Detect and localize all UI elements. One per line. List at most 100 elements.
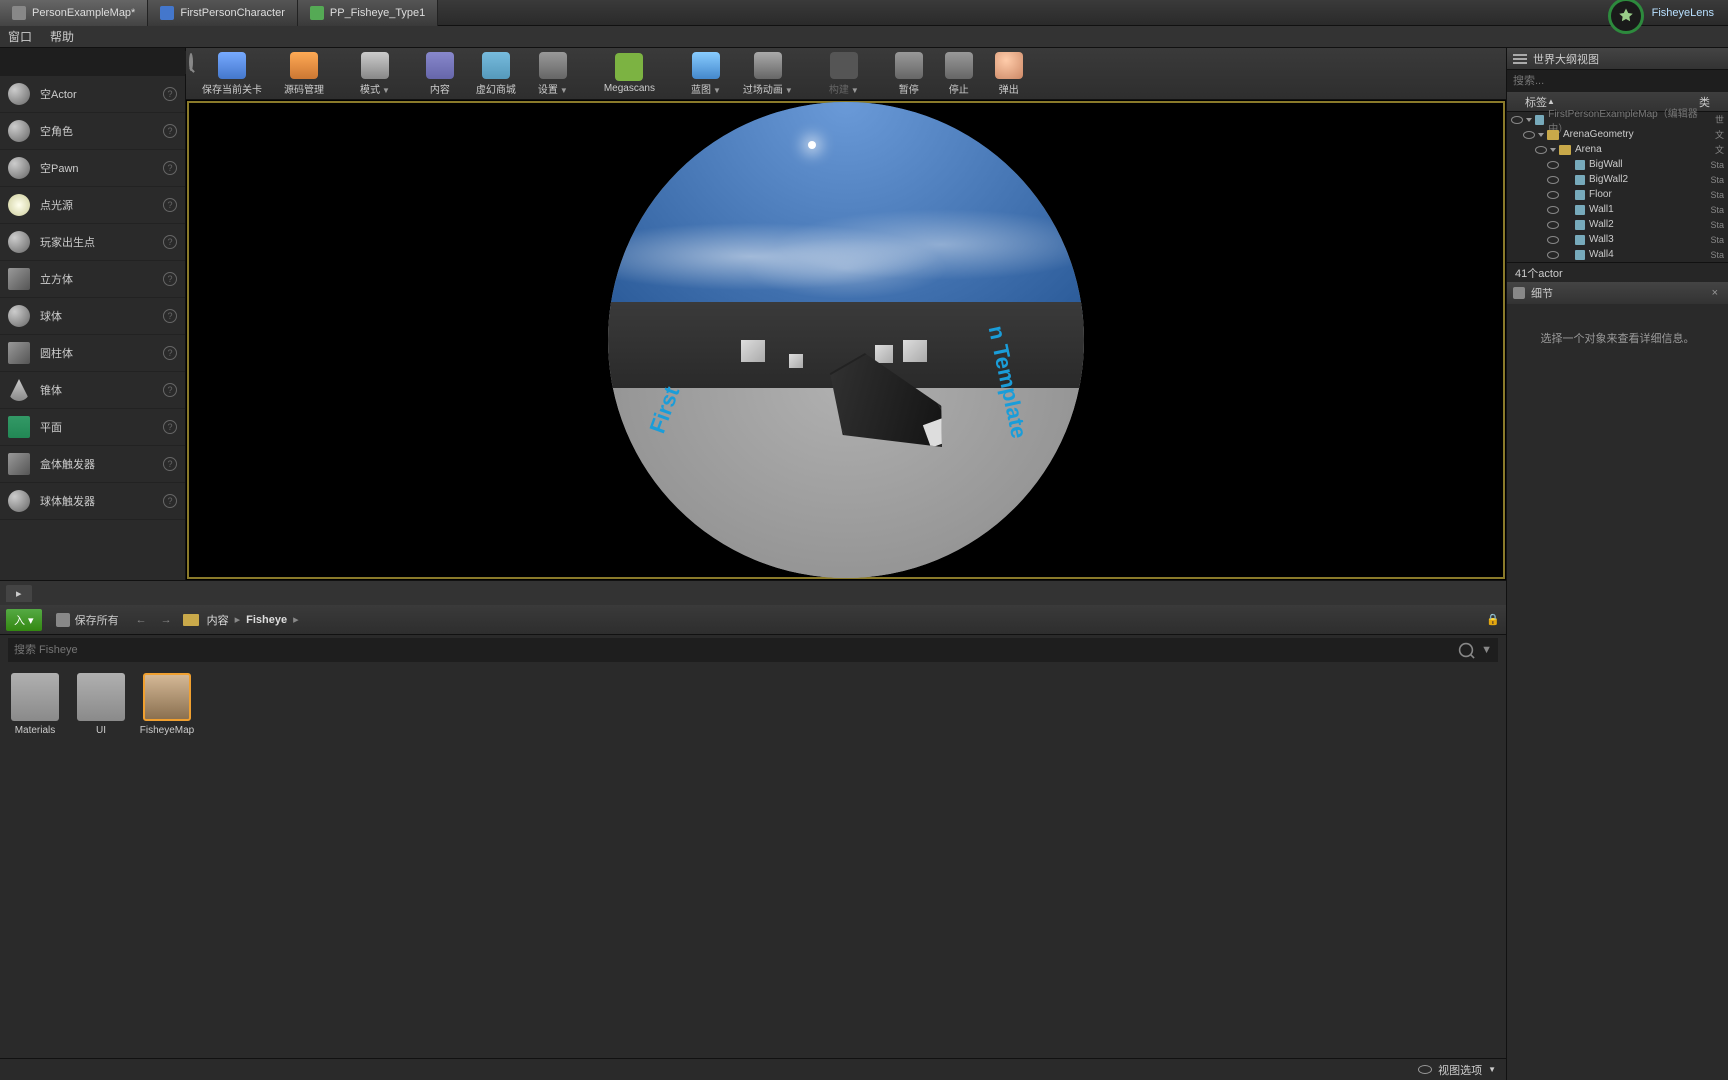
content-button[interactable]: 内容 [416, 50, 464, 98]
menu-window[interactable]: 窗口 [8, 28, 32, 45]
place-actor-item[interactable]: 空角色? [0, 113, 185, 150]
tree-type: Sta [1710, 220, 1724, 230]
build-button[interactable]: 构建▼ [819, 50, 869, 98]
outliner-header[interactable]: 世界大纲视图 [1507, 48, 1728, 70]
details-header[interactable]: 细节 × [1507, 282, 1728, 304]
outliner-search [1507, 70, 1728, 92]
place-actor-item[interactable]: 空Actor? [0, 76, 185, 113]
info-icon[interactable]: ? [163, 309, 177, 323]
tree-row[interactable]: Wall4Sta [1507, 247, 1728, 262]
visibility-icon[interactable] [1523, 131, 1535, 139]
info-icon[interactable]: ? [163, 198, 177, 212]
place-actor-item[interactable]: 球体触发器? [0, 483, 185, 520]
tree-row[interactable]: FloorSta [1507, 187, 1728, 202]
viewport[interactable]: First n Template [187, 101, 1505, 579]
tab-material[interactable]: PP_Fisheye_Type1 [298, 0, 438, 26]
visibility-icon[interactable] [1511, 116, 1523, 124]
actor-type-icon [8, 416, 30, 438]
cb-footer: 视图选项 ▼ [0, 1058, 1506, 1080]
visibility-icon[interactable] [1547, 221, 1559, 229]
search-icon[interactable] [189, 53, 193, 71]
tree-row[interactable]: Wall3Sta [1507, 232, 1728, 247]
blueprint-button[interactable]: 蓝图▼ [681, 50, 731, 98]
crumb-fisheye[interactable]: Fisheye [246, 614, 287, 626]
pause-button[interactable]: 暂停 [885, 50, 933, 98]
tab-character[interactable]: FirstPersonCharacter [148, 0, 298, 26]
place-actor-item[interactable]: 平面? [0, 409, 185, 446]
tree-row[interactable]: Wall1Sta [1507, 202, 1728, 217]
place-actor-item[interactable]: 玩家出生点? [0, 224, 185, 261]
place-actor-item[interactable]: 盒体触发器? [0, 446, 185, 483]
place-actor-item[interactable]: 锥体? [0, 372, 185, 409]
visibility-icon[interactable] [1535, 146, 1547, 154]
visibility-icon[interactable] [1547, 206, 1559, 214]
info-icon[interactable]: ? [163, 235, 177, 249]
nav-forward-button[interactable]: → [158, 614, 175, 626]
info-icon[interactable]: ? [163, 383, 177, 397]
save-button[interactable]: 保存当前关卡 [192, 50, 272, 98]
info-icon[interactable]: ? [163, 124, 177, 138]
chevron-right-icon: ▸ [293, 613, 299, 626]
tree-row[interactable]: Arena文 [1507, 142, 1728, 157]
visibility-icon[interactable] [1547, 236, 1559, 244]
megascans-button[interactable]: Megascans [594, 50, 665, 98]
asset-item[interactable]: FisheyeMap [140, 673, 194, 736]
nav-back-button[interactable]: ← [133, 614, 150, 626]
asset-thumb-icon [77, 673, 125, 721]
place-actor-item[interactable]: 圆柱体? [0, 335, 185, 372]
info-icon[interactable]: ? [163, 346, 177, 360]
actor-type-icon [8, 268, 30, 290]
tree-row[interactable]: BigWallSta [1507, 157, 1728, 172]
tab-map[interactable]: PersonExampleMap* [0, 0, 148, 26]
add-button[interactable]: 入 ▾ [6, 609, 42, 631]
place-search-input[interactable] [4, 51, 189, 74]
tree-type: Sta [1710, 160, 1724, 170]
lock-icon[interactable]: 🔒 [1486, 613, 1500, 626]
cb-search-input[interactable] [14, 644, 1457, 656]
tree-row[interactable]: FirstPersonExampleMap（编辑器中）世 [1507, 112, 1728, 127]
cb-tab[interactable]: ▸ [6, 585, 32, 602]
asset-item[interactable]: Materials [8, 673, 62, 736]
mode-button[interactable]: 模式▼ [350, 50, 400, 98]
place-actor-item[interactable]: 点光源? [0, 187, 185, 224]
source-control-button[interactable]: 源码管理 [274, 50, 334, 98]
tree-row[interactable]: BigWall2Sta [1507, 172, 1728, 187]
menu-help[interactable]: 帮助 [50, 28, 74, 45]
visibility-icon[interactable] [1547, 251, 1559, 259]
filter-icon[interactable]: ▼ [1481, 644, 1492, 656]
close-icon[interactable]: × [1708, 287, 1722, 299]
tree-row[interactable]: Wall2Sta [1507, 217, 1728, 232]
place-actor-item[interactable]: 空Pawn? [0, 150, 185, 187]
place-actor-item[interactable]: 球体? [0, 298, 185, 335]
stop-button[interactable]: 停止 [935, 50, 983, 98]
visibility-icon[interactable] [1547, 176, 1559, 184]
expand-icon[interactable] [1550, 148, 1556, 152]
crumb-content[interactable]: 内容 [207, 612, 229, 628]
asset-item[interactable]: UI [74, 673, 128, 736]
visibility-icon[interactable] [1547, 191, 1559, 199]
expand-icon[interactable] [1526, 118, 1532, 122]
info-icon[interactable]: ? [163, 420, 177, 434]
view-options-button[interactable]: 视图选项 [1438, 1062, 1482, 1078]
actor-label: 平面 [40, 419, 62, 435]
search-icon[interactable] [1459, 643, 1473, 657]
eject-button[interactable]: 弹出 [985, 50, 1033, 98]
marketplace-button[interactable]: 虚幻商城 [466, 50, 526, 98]
viewport-area: 保存当前关卡 源码管理 模式▼ 内容 虚幻商城 设置▼ Megascans 蓝图… [186, 48, 1506, 580]
tab-label: PP_Fisheye_Type1 [330, 7, 425, 19]
folder-icon[interactable] [183, 614, 199, 626]
tree-type: Sta [1710, 190, 1724, 200]
expand-icon[interactable] [1538, 133, 1544, 137]
right-panel: 世界大纲视图 标签 ▲ 类 FirstPersonExampleMap（编辑器中… [1506, 48, 1728, 1080]
save-all-button[interactable]: 保存所有 [50, 609, 125, 631]
cinematic-button[interactable]: 过场动画▼ [733, 50, 803, 98]
info-icon[interactable]: ? [163, 494, 177, 508]
info-icon[interactable]: ? [163, 87, 177, 101]
info-icon[interactable]: ? [163, 272, 177, 286]
visibility-icon[interactable] [1547, 161, 1559, 169]
settings-button[interactable]: 设置▼ [528, 50, 578, 98]
info-icon[interactable]: ? [163, 457, 177, 471]
place-actor-item[interactable]: 立方体? [0, 261, 185, 298]
info-icon[interactable]: ? [163, 161, 177, 175]
outliner-search-input[interactable] [1513, 75, 1722, 87]
